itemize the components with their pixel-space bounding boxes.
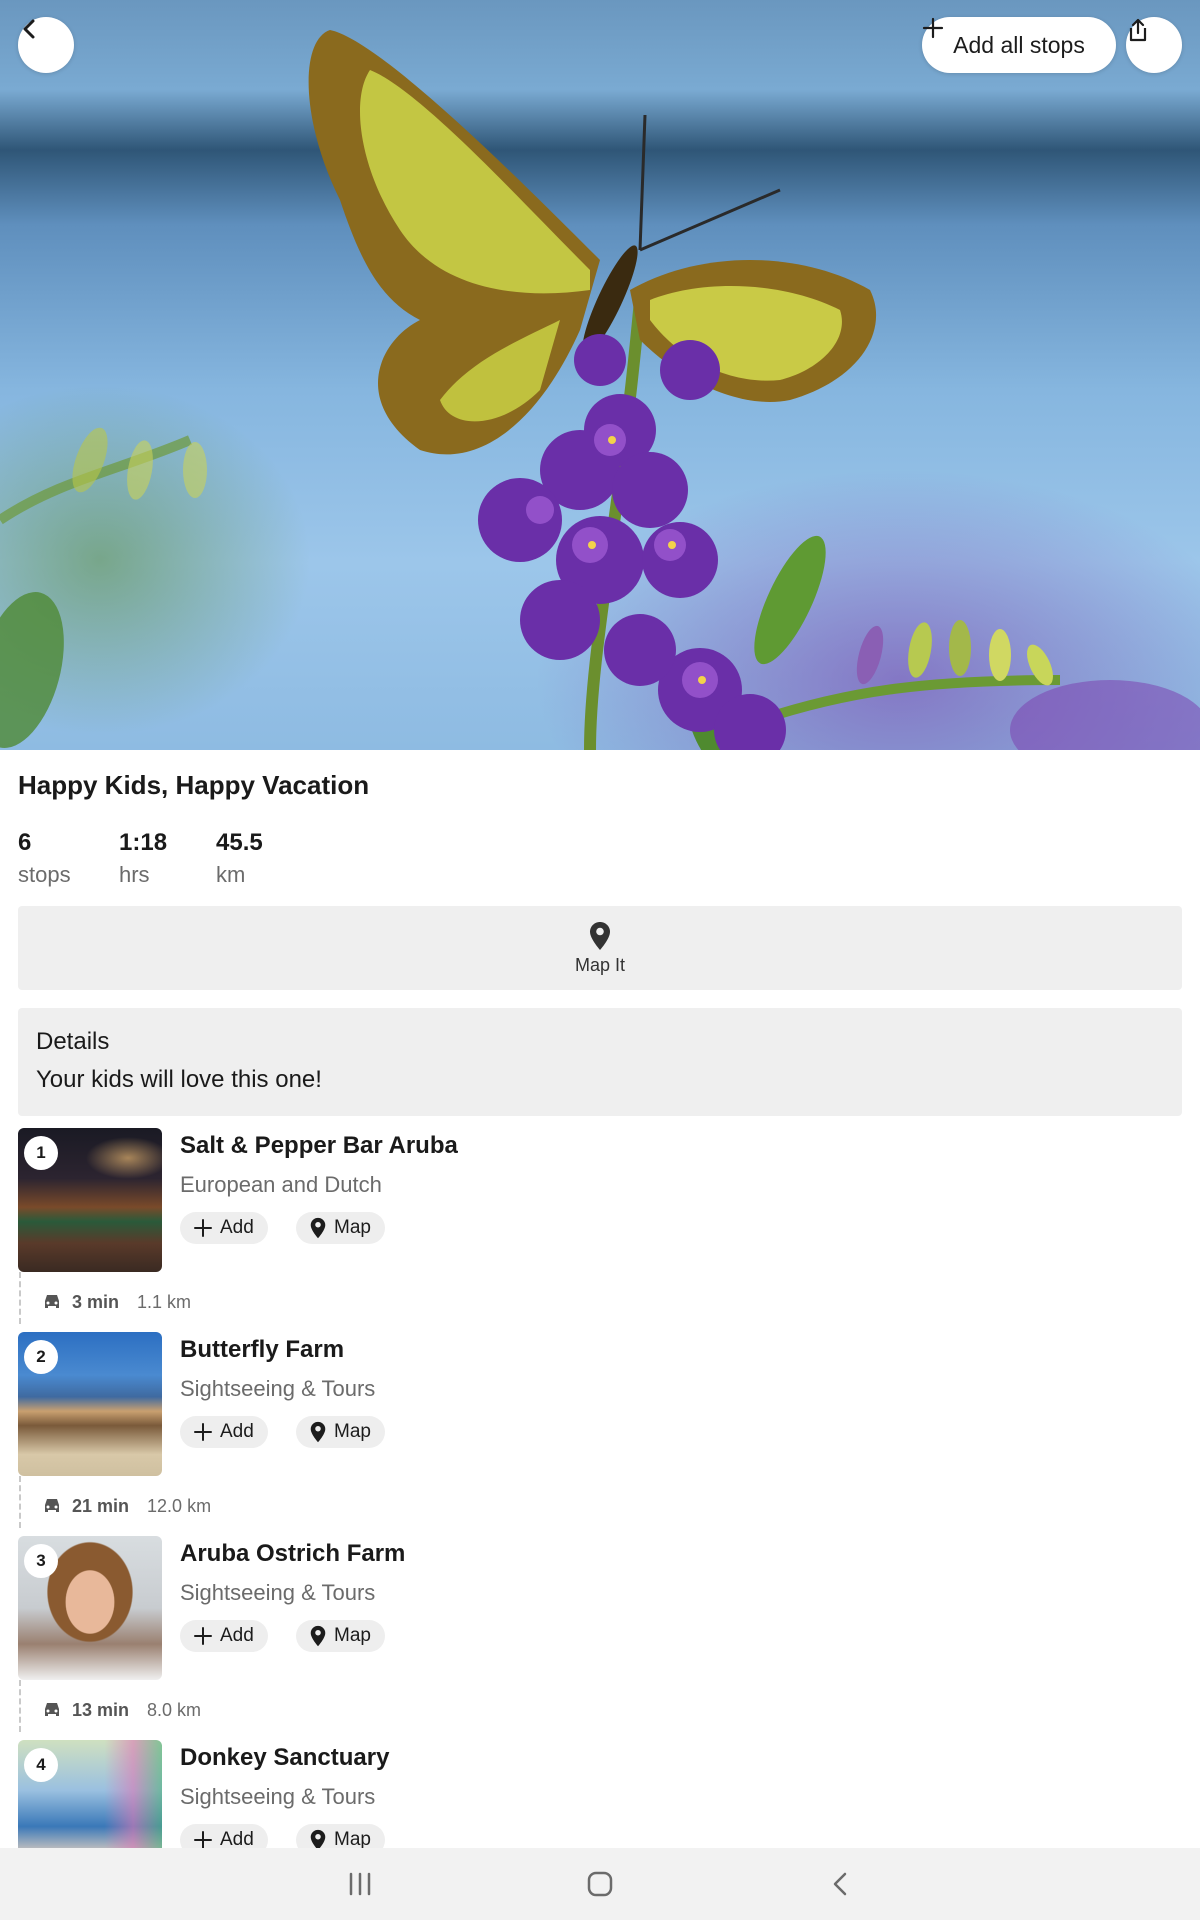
map-stop-button[interactable]: Map <box>296 1824 385 1848</box>
add-stop-button[interactable]: Add <box>180 1620 268 1652</box>
stat-value: 1:18 <box>119 829 168 856</box>
map-stop-button[interactable]: Map <box>296 1212 385 1244</box>
map-pin-icon <box>310 1829 326 1848</box>
stop-category: European and Dutch <box>180 1172 382 1197</box>
plus-icon <box>194 1627 212 1645</box>
stop-category: Sightseeing & Tours <box>180 1784 376 1809</box>
home-button[interactable] <box>570 1854 630 1914</box>
stop-number-badge: 2 <box>24 1340 58 1374</box>
home-icon <box>587 1871 613 1897</box>
leg-distance: 1.1 km <box>137 1291 192 1312</box>
leg-time: 3 min <box>72 1291 120 1312</box>
add-stop-button[interactable]: Add <box>180 1416 268 1448</box>
map-pin-icon <box>310 1217 326 1239</box>
stat-distance: 45.5 km <box>216 828 263 892</box>
stop-name[interactable]: Butterfly Farm <box>180 1336 344 1364</box>
stat-unit: stops <box>18 862 71 887</box>
car-icon <box>45 1295 59 1308</box>
system-back-button[interactable] <box>810 1854 870 1914</box>
hero-image: Add all stops <box>0 0 1200 750</box>
stop-thumbnail: 1 <box>18 1128 162 1272</box>
route-connector <box>19 1680 21 1732</box>
route-connector <box>19 1272 21 1324</box>
stat-unit: hrs <box>119 862 150 887</box>
stop-item[interactable]: 4 Donkey Sanctuary Sightseeing & Tours A… <box>18 1740 1182 1848</box>
plus-icon <box>194 1423 212 1441</box>
back-icon <box>833 1872 847 1896</box>
add-label: Add <box>220 1829 254 1848</box>
stat-duration: 1:18 hrs <box>119 828 167 892</box>
stop-number-badge: 4 <box>24 1748 58 1782</box>
travel-leg: 21 min 12.0 km <box>42 1491 211 1521</box>
map-it-label: Map It <box>574 954 626 975</box>
plus-icon <box>194 1831 212 1848</box>
map-pin-icon <box>590 921 610 950</box>
route-connector <box>19 1476 21 1528</box>
chevron-left-icon <box>23 19 35 39</box>
add-label: Add <box>220 1421 254 1442</box>
car-icon <box>45 1703 59 1716</box>
add-label: Add <box>220 1625 254 1646</box>
stat-value: 45.5 <box>216 829 263 856</box>
leg-time: 13 min <box>72 1699 130 1720</box>
stop-number-badge: 3 <box>24 1544 58 1578</box>
butterfly-illustration <box>0 30 1200 750</box>
add-all-stops-button[interactable]: Add all stops <box>922 17 1116 73</box>
leg-distance: 12.0 km <box>147 1495 212 1516</box>
stop-category: Sightseeing & Tours <box>180 1376 376 1401</box>
map-it-button[interactable]: Map It <box>18 906 1182 990</box>
stat-value: 6 <box>18 829 32 856</box>
plus-icon <box>922 17 944 39</box>
map-label: Map <box>334 1829 371 1848</box>
stop-item[interactable]: 1 Salt & Pepper Bar Aruba European and D… <box>18 1128 1182 1272</box>
travel-leg: 3 min 1.1 km <box>42 1287 191 1317</box>
recents-button[interactable] <box>330 1854 390 1914</box>
recents-icon <box>349 1872 371 1896</box>
stop-thumbnail: 3 <box>18 1536 162 1680</box>
stop-item[interactable]: 3 Aruba Ostrich Farm Sightseeing & Tours… <box>18 1536 1182 1680</box>
stop-name[interactable]: Donkey Sanctuary <box>180 1744 389 1772</box>
add-stop-button[interactable]: Add <box>180 1212 268 1244</box>
details-text: Your kids will love this one! <box>36 1066 322 1093</box>
stop-number-badge: 1 <box>24 1136 58 1170</box>
stop-thumbnail: 2 <box>18 1332 162 1476</box>
add-all-stops-label: Add all stops <box>953 31 1085 58</box>
stop-name[interactable]: Salt & Pepper Bar Aruba <box>180 1132 458 1160</box>
stat-unit: km <box>216 862 246 887</box>
share-button[interactable] <box>1126 17 1182 73</box>
map-pin-icon <box>310 1625 326 1647</box>
map-label: Map <box>334 1217 371 1238</box>
details-card: Details Your kids will love this one! <box>18 1008 1182 1116</box>
details-heading: Details <box>36 1028 110 1055</box>
car-icon <box>45 1499 59 1512</box>
share-icon <box>1129 18 1147 42</box>
system-nav-bar <box>0 1848 1200 1920</box>
leg-distance: 8.0 km <box>147 1699 202 1720</box>
leg-time: 21 min <box>72 1495 130 1516</box>
map-label: Map <box>334 1625 371 1646</box>
plus-icon <box>194 1219 212 1237</box>
back-button[interactable] <box>18 17 74 73</box>
map-pin-icon <box>310 1421 326 1443</box>
add-stop-button[interactable]: Add <box>180 1824 268 1848</box>
stop-item[interactable]: 2 Butterfly Farm Sightseeing & Tours Add… <box>18 1332 1182 1476</box>
stop-thumbnail: 4 <box>18 1740 162 1848</box>
map-stop-button[interactable]: Map <box>296 1416 385 1448</box>
map-stop-button[interactable]: Map <box>296 1620 385 1652</box>
stop-category: Sightseeing & Tours <box>180 1580 376 1605</box>
stop-name[interactable]: Aruba Ostrich Farm <box>180 1540 405 1568</box>
map-label: Map <box>334 1421 371 1442</box>
add-label: Add <box>220 1217 254 1238</box>
travel-leg: 13 min 8.0 km <box>42 1695 201 1725</box>
stat-stops: 6 stops <box>18 828 71 892</box>
trip-title: Happy Kids, Happy Vacation <box>18 770 370 800</box>
